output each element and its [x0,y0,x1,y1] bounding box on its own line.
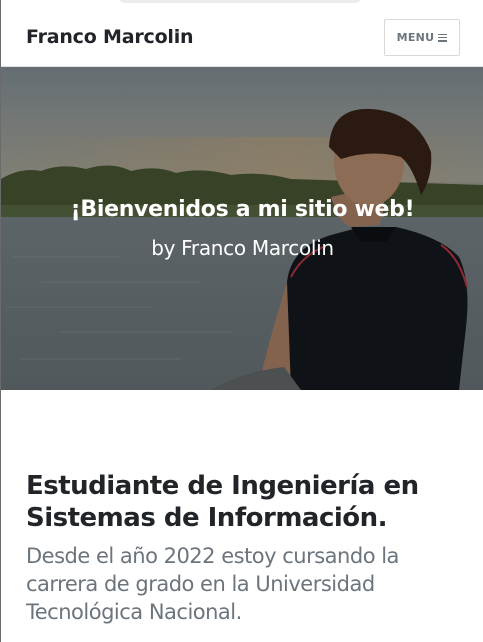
page: Franco Marcolin MENU ¡Bienvenidos a mi s… [0,0,483,642]
bars-icon [438,33,448,42]
section-paragraph: Desde el año 2022 estoy cursando la carr… [26,544,399,624]
menu-button[interactable]: MENU [384,19,460,56]
hero-subtitle: by Franco Marcolin [151,236,334,260]
browser-top-edge [1,0,483,10]
hero-overlay [1,67,483,390]
brand-link[interactable]: Franco Marcolin [26,26,194,48]
main-content: Estudiante de Ingeniería en Sistemas de … [26,470,466,626]
navbar: Franco Marcolin MENU [1,10,483,67]
address-bar-remnant [119,0,361,3]
menu-label: MENU [396,31,435,44]
hero-banner: ¡Bienvenidos a mi sitio web! by Franco M… [1,67,483,390]
section-heading: Estudiante de Ingeniería en Sistemas de … [26,471,419,533]
hero-title: ¡Bienvenidos a mi sitio web! [70,197,415,222]
